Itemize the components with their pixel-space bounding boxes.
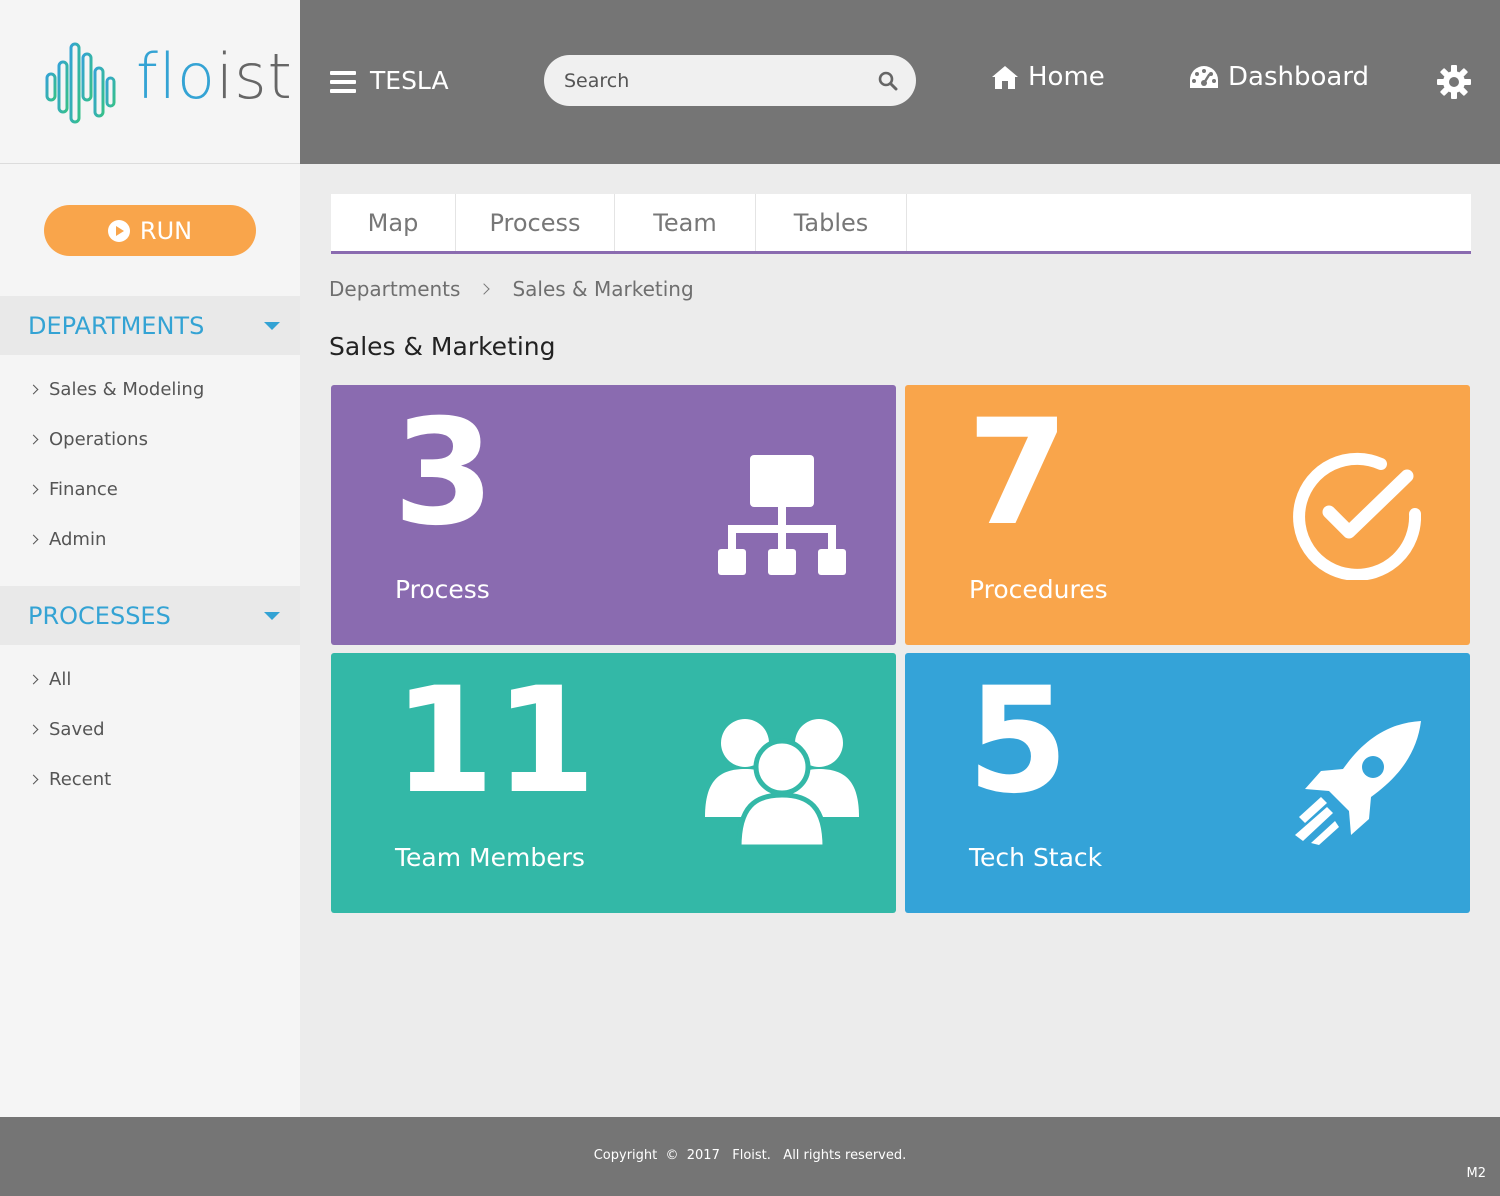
- sidebar-section-processes[interactable]: PROCESSES: [0, 586, 300, 645]
- section-title: DEPARTMENTS: [28, 311, 205, 340]
- departments-list: Sales & Modeling Operations Finance Admi…: [0, 364, 300, 564]
- tab-tables[interactable]: Tables: [756, 194, 907, 251]
- hamburger-menu-icon[interactable]: [330, 71, 356, 93]
- chevron-right-icon: [28, 774, 39, 784]
- dashboard-link[interactable]: Dashboard: [1188, 62, 1369, 92]
- gear-icon[interactable]: [1436, 64, 1472, 100]
- tab-map[interactable]: Map: [331, 194, 456, 251]
- sidebar-section-departments[interactable]: DEPARTMENTS: [0, 296, 300, 355]
- logo-area: floist: [0, 0, 300, 164]
- breadcrumb: Departments Sales & Marketing: [329, 277, 694, 301]
- section-title: PROCESSES: [28, 601, 171, 630]
- processes-list: All Saved Recent: [0, 654, 300, 804]
- users-icon: [705, 719, 859, 849]
- sidebar-item-finance[interactable]: Finance: [0, 464, 300, 514]
- copyright-text: Copyright © 2017 Floist. All rights rese…: [593, 1148, 907, 1163]
- home-label: Home: [1028, 62, 1105, 92]
- logo-wave-icon: [45, 42, 116, 124]
- tab-bar: Map Process Team Tables: [331, 194, 1471, 254]
- chevron-right-icon: [28, 384, 39, 394]
- search-input[interactable]: [564, 69, 864, 92]
- card-value: 5: [967, 656, 1069, 826]
- sidebar-item-recent[interactable]: Recent: [0, 754, 300, 804]
- org-name: TESLA: [370, 66, 449, 95]
- run-button-label: RUN: [139, 216, 193, 245]
- card-label: Process: [395, 575, 490, 604]
- page-title: Sales & Marketing: [329, 332, 556, 361]
- sidebar-item-label: Finance: [49, 478, 118, 500]
- card-label: Team Members: [395, 843, 585, 872]
- chevron-right-icon: [28, 534, 39, 544]
- sidebar-item-label: Sales & Modeling: [49, 378, 205, 400]
- sidebar: floist RUN DEPARTMENTS Sales & Modeling …: [0, 0, 300, 1117]
- card-process[interactable]: 3 Process: [331, 385, 896, 645]
- sidebar-item-saved[interactable]: Saved: [0, 704, 300, 754]
- tab-team[interactable]: Team: [615, 194, 756, 251]
- home-link[interactable]: Home: [990, 62, 1105, 92]
- search-icon[interactable]: [878, 71, 898, 91]
- tab-process[interactable]: Process: [456, 194, 615, 251]
- run-button[interactable]: RUN: [44, 205, 256, 256]
- card-value: 7: [967, 388, 1069, 558]
- breadcrumb-departments[interactable]: Departments: [329, 277, 460, 301]
- sidebar-item-label: Admin: [49, 528, 107, 550]
- footer: Copyright © 2017 Floist. All rights rese…: [0, 1117, 1500, 1196]
- card-tech-stack[interactable]: 5 Tech Stack: [905, 653, 1470, 913]
- sidebar-item-label: Recent: [49, 768, 112, 790]
- logo-text: floist: [136, 40, 293, 113]
- home-icon: [992, 66, 1018, 89]
- top-bar: TESLA Home Dashboard: [300, 0, 1500, 164]
- card-value: 11: [393, 656, 597, 826]
- sidebar-item-all[interactable]: All: [0, 654, 300, 704]
- sidebar-item-label: Saved: [49, 718, 105, 740]
- card-value: 3: [393, 388, 495, 558]
- caret-down-icon: [264, 322, 280, 330]
- chevron-right-icon: [28, 724, 39, 734]
- sidebar-item-operations[interactable]: Operations: [0, 414, 300, 464]
- card-procedures[interactable]: 7 Procedures: [905, 385, 1470, 645]
- chevron-right-icon: [28, 484, 39, 494]
- chevron-right-icon: [28, 674, 39, 684]
- play-icon: [107, 219, 130, 242]
- sidebar-item-admin[interactable]: Admin: [0, 514, 300, 564]
- card-team-members[interactable]: 11 Team Members: [331, 653, 896, 913]
- search-box: [544, 55, 916, 106]
- dashboard-label: Dashboard: [1228, 62, 1370, 92]
- dashboard-gauge-icon: [1190, 66, 1218, 88]
- sidebar-item-label: All: [49, 668, 72, 690]
- caret-down-icon: [264, 612, 280, 620]
- version-label: M2: [1466, 1166, 1487, 1181]
- rocket-icon: [1295, 721, 1421, 845]
- chevron-right-icon: [478, 283, 491, 295]
- sitemap-icon: [718, 455, 846, 575]
- sidebar-item-sales-modeling[interactable]: Sales & Modeling: [0, 364, 300, 414]
- sidebar-item-label: Operations: [49, 428, 148, 450]
- breadcrumb-current: Sales & Marketing: [512, 277, 694, 301]
- chevron-right-icon: [28, 434, 39, 444]
- card-label: Tech Stack: [969, 843, 1103, 872]
- card-label: Procedures: [969, 575, 1108, 604]
- check-circle-icon: [1293, 452, 1421, 580]
